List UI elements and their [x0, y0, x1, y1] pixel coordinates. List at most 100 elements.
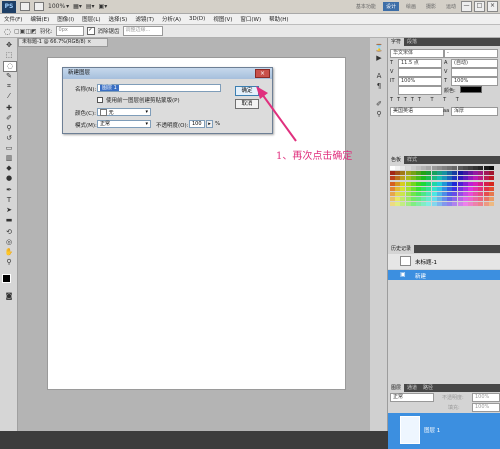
eyedropper-tool-icon[interactable]: ⁄ [3, 92, 15, 101]
minibridge-button[interactable] [34, 2, 44, 11]
hand-tool-icon[interactable]: ✋ [3, 248, 15, 257]
healing-tool-icon[interactable]: ✚ [3, 104, 15, 113]
dialog-close-button[interactable]: × [255, 69, 270, 78]
tracking-input[interactable] [451, 68, 498, 77]
color-swatch[interactable] [488, 166, 494, 170]
3d-rotate-tool-icon[interactable]: ⟲ [3, 228, 15, 237]
lasso-tool-icon[interactable]: ◌ [3, 61, 17, 72]
gradient-tool-icon[interactable]: ▥ [3, 154, 15, 163]
opacity-dropdown-button[interactable]: ▸ [206, 120, 213, 128]
blend-mode-select[interactable]: 正常 [390, 393, 434, 402]
layer-fill-input[interactable]: 100% [472, 403, 500, 412]
pen-tool-icon[interactable]: ✒ [3, 186, 15, 195]
kerning-input[interactable] [398, 68, 442, 77]
history-brush-tool-icon[interactable]: ↺ [3, 134, 15, 143]
font-size-input[interactable]: 11.5 点 [398, 59, 442, 68]
brush-panel-icon[interactable]: ✐ [373, 100, 385, 109]
move-tool-icon[interactable]: ✥ [3, 41, 15, 50]
feather-input[interactable]: 0px [55, 26, 84, 36]
tab-paths[interactable]: 路径 [420, 384, 436, 392]
antialias-checkbox[interactable]: ✓ [86, 27, 95, 35]
tab-layers[interactable]: 图层 [388, 384, 405, 392]
baseline-input[interactable] [398, 86, 442, 95]
zoom-tool-icon[interactable]: ⚲ [3, 258, 15, 267]
marquee-tool-icon[interactable]: ⬚ [3, 51, 15, 60]
workspace-photography[interactable]: 摄影 [423, 2, 439, 11]
language-select[interactable]: 美国英语 [390, 107, 444, 116]
font-family-select[interactable]: 华文宋体 [390, 49, 444, 58]
3d-orbit-tool-icon[interactable]: ◎ [3, 238, 15, 247]
shape-tool-icon[interactable]: ▬ [3, 216, 15, 225]
bridge-button[interactable] [20, 2, 30, 11]
mode-select[interactable]: 正常 ▾ [97, 120, 151, 128]
clone-source-icon[interactable]: ⚲ [373, 110, 385, 119]
tab-swatches[interactable]: 色板 [388, 156, 405, 164]
path-select-tool-icon[interactable]: ➤ [3, 206, 15, 215]
type-tool-icon[interactable]: T [3, 196, 15, 205]
tab-paragraph[interactable]: 段落 [404, 38, 420, 46]
blur-tool-icon[interactable]: ◆ [3, 164, 15, 173]
color-swatch[interactable] [488, 186, 494, 191]
opacity-input[interactable]: 100 [189, 120, 205, 128]
refine-edge-button[interactable]: 调整边缘... [122, 26, 163, 36]
close-window-button[interactable]: × [487, 1, 498, 12]
workspace-motion[interactable]: 运动 [443, 2, 459, 11]
brush-tool-icon[interactable]: ✐ [3, 114, 15, 123]
history-panel-icon[interactable]: ⌛ [373, 44, 385, 53]
menu-3d[interactable]: 3D(D) [185, 16, 209, 22]
eraser-tool-icon[interactable]: ▭ [3, 144, 15, 153]
swatch-grid[interactable] [390, 166, 495, 208]
color-select[interactable]: 无 ▾ [97, 108, 151, 116]
lasso-icon[interactable]: ◌ [4, 27, 11, 36]
color-swatch[interactable] [488, 171, 494, 176]
menu-help[interactable]: 帮助(H) [265, 15, 292, 23]
clone-stamp-tool-icon[interactable]: ⚲ [3, 124, 15, 133]
view-extras-button[interactable]: ▦▾ [73, 2, 82, 11]
zoom-dropdown[interactable]: 100% ▾ [48, 2, 69, 11]
menu-image[interactable]: 图像(I) [53, 15, 78, 23]
menu-view[interactable]: 视图(V) [209, 15, 236, 23]
menu-edit[interactable]: 编辑(E) [26, 15, 53, 23]
menu-select[interactable]: 选择(S) [105, 15, 132, 23]
menu-analysis[interactable]: 分析(A) [158, 15, 185, 23]
horizontal-scale-input[interactable]: 100% [451, 77, 498, 86]
layer-opacity-input[interactable]: 100% [472, 393, 500, 402]
text-color-swatch[interactable] [460, 86, 482, 93]
workspace-painting[interactable]: 绘画 [403, 2, 419, 11]
quick-select-tool-icon[interactable]: ✎ [3, 72, 15, 81]
layer-name-input[interactable]: 图层 1 [97, 84, 221, 92]
antialias-select[interactable]: 浑厚 [451, 107, 498, 116]
menu-window[interactable]: 窗口(W) [236, 15, 265, 23]
color-swatch[interactable] [488, 176, 494, 181]
color-swatch[interactable] [488, 202, 494, 207]
leading-input[interactable]: (自动) [451, 59, 498, 68]
foreground-color-swatch[interactable] [2, 274, 11, 283]
dodge-tool-icon[interactable]: ● [3, 174, 15, 183]
font-style-select[interactable]: - [444, 49, 498, 58]
maximize-button[interactable]: □ [474, 1, 485, 12]
color-swatch[interactable] [488, 192, 494, 196]
history-snapshot-row[interactable]: 未标题-1 [388, 254, 500, 269]
history-item-new[interactable]: ▣ 新建 [388, 270, 500, 280]
menu-file[interactable]: 文件(F) [0, 15, 26, 23]
actions-panel-icon[interactable]: ▶ [373, 54, 385, 63]
screen-mode-button[interactable]: ▣▾ [99, 2, 108, 11]
layer-row[interactable]: 图层 1 [388, 413, 500, 449]
vertical-scale-input[interactable]: 100% [398, 77, 442, 86]
selection-mode-icons[interactable]: ▢▣◫◩ [14, 28, 37, 35]
menu-layer[interactable]: 图层(L) [78, 15, 104, 23]
text-style-buttons[interactable]: TTTTT T T T [390, 97, 463, 103]
clip-mask-checkbox[interactable] [97, 97, 103, 103]
workspace-design[interactable]: 设计 [382, 2, 399, 11]
menu-filter[interactable]: 滤镜(T) [131, 15, 158, 23]
tab-styles[interactable]: 样式 [404, 156, 420, 164]
crop-tool-icon[interactable]: ⌗ [3, 82, 15, 91]
color-swatch[interactable] [488, 197, 494, 202]
minimize-button[interactable]: — [461, 1, 472, 12]
character-panel-icon[interactable]: A [373, 72, 385, 81]
tab-channels[interactable]: 通道 [404, 384, 420, 392]
tab-character[interactable]: 字符 [388, 38, 405, 46]
tab-history[interactable]: 历史记录 [388, 245, 415, 253]
quick-mask-icon[interactable]: ◙ [3, 292, 15, 301]
arrange-button[interactable]: ▤▾ [86, 2, 95, 11]
